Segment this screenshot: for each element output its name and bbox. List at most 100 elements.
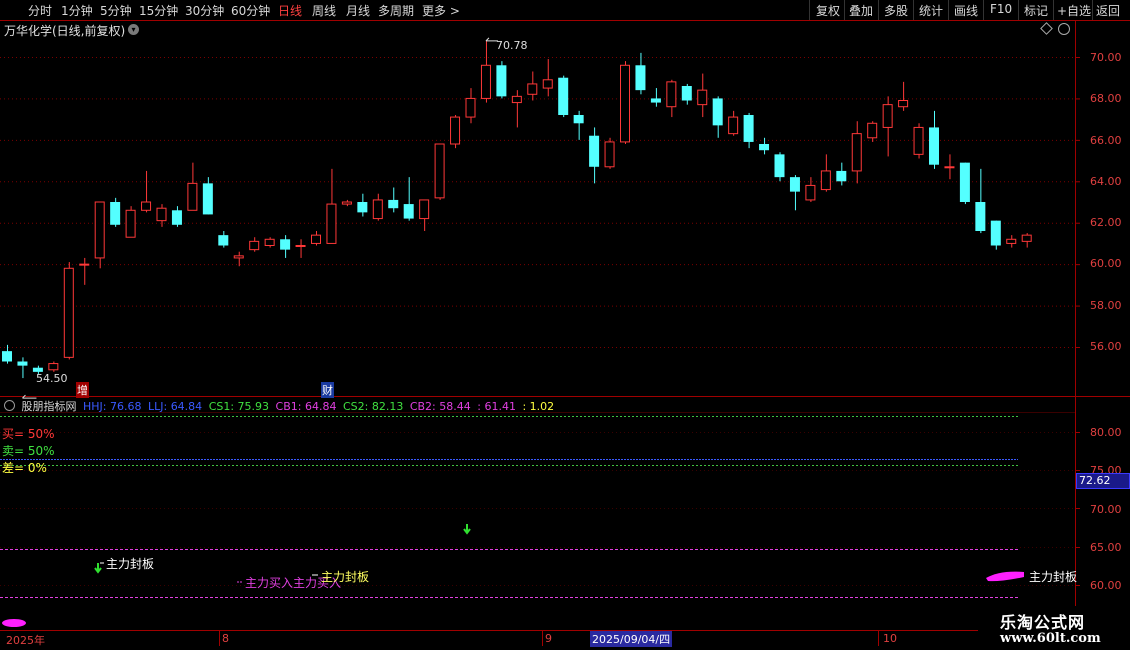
- param-hhj: HHJ: 76.68: [83, 400, 142, 413]
- candle-body: [851, 133, 862, 172]
- signal-seal-label: 主力封板: [106, 557, 155, 571]
- y-tick: 64.00: [1090, 175, 1122, 188]
- buy-percent: 买= 50%: [2, 427, 55, 441]
- magenta-mark: [2, 619, 26, 627]
- candle-body: [141, 201, 152, 211]
- candle-body: [110, 202, 121, 225]
- candle-body: [882, 104, 893, 128]
- candle-body: [295, 245, 306, 247]
- current-value-tag: 72.62: [1076, 473, 1130, 489]
- candle-body: [836, 170, 847, 182]
- candle-body: [202, 183, 213, 215]
- candle-body: [959, 162, 970, 202]
- date-label-year: 2025年: [6, 634, 45, 647]
- y-tick: 62.00: [1090, 216, 1122, 229]
- candle-body: [542, 79, 553, 89]
- date-axis: 2025年 8 9 2025/09/04/四 10: [0, 630, 1075, 650]
- candle-body: [2, 351, 12, 362]
- candle-body: [728, 116, 739, 135]
- candle-body: [434, 143, 445, 199]
- candle-body: [264, 238, 275, 247]
- candle-body: [805, 184, 816, 201]
- candle-body: [511, 95, 522, 104]
- candle-body: [94, 201, 105, 259]
- candle-body: [156, 207, 167, 222]
- candle-body: [929, 127, 939, 165]
- y-tick: 56.00: [1090, 340, 1122, 353]
- candle-body: [573, 115, 584, 124]
- candle-body: [372, 199, 383, 220]
- candle-body: [944, 166, 955, 169]
- chevron-icon[interactable]: [4, 400, 15, 411]
- signal-seal-label-2: 主力封板: [321, 570, 370, 584]
- candle-body: [1006, 238, 1017, 244]
- candle-body: [712, 98, 723, 126]
- ind-y-tick: 80.00: [1090, 426, 1122, 439]
- candle-body: [341, 201, 352, 205]
- ind-y-tick: 70.00: [1090, 503, 1122, 516]
- candle-body: [604, 141, 615, 168]
- candle-body: [898, 100, 909, 108]
- watermark-url: www.60lt.com: [1000, 631, 1101, 646]
- candle-body: [867, 122, 878, 139]
- candle-body: [697, 89, 708, 106]
- date-cursor-label: 2025/09/04/四: [590, 631, 673, 647]
- y-tick: 60.00: [1090, 257, 1122, 270]
- candle-body: [17, 361, 28, 366]
- candle-body: [357, 202, 368, 213]
- candle-body: [63, 267, 74, 358]
- candle-body: [789, 177, 800, 192]
- param-extra: : 61.41: [477, 400, 516, 413]
- ind-y-tick: 65.00: [1090, 541, 1122, 554]
- candle-body: [450, 116, 461, 145]
- param-cb2: CB2: 58.44: [409, 400, 471, 413]
- candle-body: [311, 234, 321, 244]
- date-label-sep: 9: [545, 632, 552, 645]
- event-mark-financial[interactable]: 财: [321, 382, 334, 398]
- param-ratio: : 1.02: [522, 400, 555, 413]
- candle-body: [975, 202, 986, 231]
- candle-body: [589, 135, 600, 167]
- low-price-label: 54.50: [36, 372, 68, 385]
- candle-body: [620, 64, 630, 143]
- candle-body: [666, 81, 677, 108]
- candle-body: [187, 182, 198, 211]
- down-arrow-icon: [94, 563, 102, 574]
- candle-body: [388, 199, 399, 209]
- candle-body: [48, 363, 59, 371]
- high-price-label: 70.78: [496, 39, 528, 52]
- candle-body: [913, 126, 924, 155]
- candle-body: [990, 220, 1001, 246]
- param-cb1: CB1: 64.84: [275, 400, 337, 413]
- candle-body: [527, 83, 538, 95]
- ind-y-tick: 60.00: [1090, 579, 1122, 592]
- candle-body: [171, 210, 182, 225]
- indicator-name[interactable]: 股朋指标网: [22, 400, 77, 413]
- candle-body: [403, 204, 414, 219]
- param-cs1: CS1: 75.93: [208, 400, 270, 413]
- candle-body: [218, 235, 229, 246]
- candle-body: [233, 255, 244, 259]
- date-label-aug: 8: [222, 632, 229, 645]
- watermark-title: 乐淘公式网: [1000, 613, 1086, 632]
- candle-body: [759, 144, 770, 151]
- y-tick: 58.00: [1090, 299, 1122, 312]
- date-label-oct: 10: [883, 632, 897, 645]
- y-tick: 70.00: [1090, 51, 1122, 64]
- sell-percent: 卖= 50%: [2, 444, 55, 458]
- candle-body: [650, 98, 661, 103]
- candle-body: [681, 86, 692, 101]
- magenta-mark: [986, 571, 1024, 582]
- kline-chart[interactable]: [0, 0, 1130, 650]
- y-tick: 68.00: [1090, 92, 1122, 105]
- signal-seal-label-3: 主力封板: [1029, 570, 1078, 584]
- param-llj: LLJ: 64.84: [147, 400, 203, 413]
- candle-body: [558, 77, 569, 115]
- candle-body: [465, 97, 476, 118]
- candle-body: [743, 115, 754, 142]
- param-cs2: CS2: 82.13: [342, 400, 404, 413]
- candle-body: [326, 203, 337, 244]
- candle-body: [249, 240, 260, 251]
- event-mark-increase[interactable]: 增: [76, 382, 89, 398]
- candle-body: [820, 170, 831, 191]
